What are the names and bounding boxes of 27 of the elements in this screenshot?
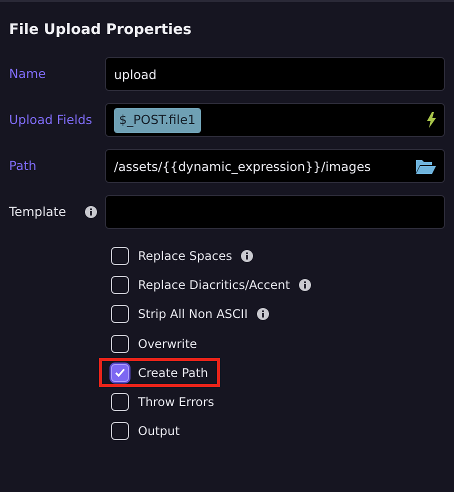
field-label: Name xyxy=(9,65,46,84)
field-label: Upload Fields xyxy=(9,111,92,130)
field-label: Path xyxy=(9,157,36,176)
check-icon xyxy=(115,368,125,378)
lightning-icon xyxy=(426,112,436,128)
checkbox-label[interactable]: Create Path xyxy=(138,364,208,382)
checkbox-label[interactable]: Throw Errors xyxy=(138,392,214,411)
input-field[interactable]: upload xyxy=(105,57,445,92)
checkbox[interactable] xyxy=(111,334,129,353)
checkbox[interactable] xyxy=(111,305,129,324)
checkbox[interactable] xyxy=(111,276,129,294)
input-field[interactable]: $_POST.file1 xyxy=(105,103,445,138)
field-label: Template xyxy=(9,203,66,222)
folder-icon xyxy=(415,158,436,174)
checkbox[interactable] xyxy=(111,392,129,411)
panel-title: File Upload Properties xyxy=(9,22,192,40)
checkbox-label[interactable]: Replace Diacritics/Accent xyxy=(138,276,290,294)
checkbox[interactable] xyxy=(111,246,129,265)
checkbox[interactable] xyxy=(111,364,129,382)
checkbox-label[interactable]: Replace Spaces xyxy=(138,246,232,265)
checkbox-label[interactable]: Strip All Non ASCII xyxy=(138,305,248,324)
input-field[interactable]: /assets/{{dynamic_expression}}/images xyxy=(105,149,445,184)
checkbox-label[interactable]: Overwrite xyxy=(138,334,198,353)
checkbox[interactable] xyxy=(111,422,129,440)
input-field[interactable] xyxy=(105,195,445,230)
tag-chip[interactable]: $_POST.file1 xyxy=(114,108,201,133)
checkbox-label[interactable]: Output xyxy=(138,422,180,440)
